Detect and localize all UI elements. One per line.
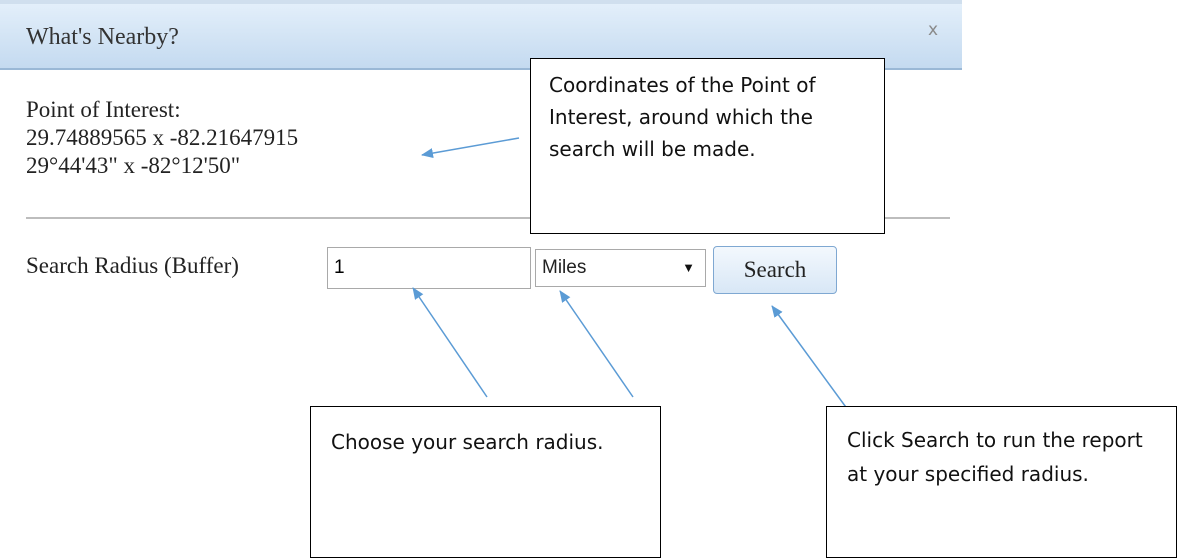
poi-decimal-coordinates: 29.74889565 x -82.21647915 (26, 125, 299, 150)
callout-coordinates: Coordinates of the Point of Interest, ar… (530, 58, 885, 234)
radius-unit-value: Miles (542, 257, 587, 278)
search-radius-label: Search Radius (Buffer) (26, 253, 239, 278)
poi-dms-coordinates: 29°44'43" x -82°12'50" (26, 153, 241, 178)
radius-unit-select[interactable]: Miles ▼ (535, 249, 706, 287)
search-radius-input[interactable] (327, 247, 531, 289)
callout-search-radius: Choose your search radius. (310, 406, 661, 558)
dropdown-arrow-icon: ▼ (682, 260, 695, 275)
page: What's Nearby? x Point of Interest: 29.7… (0, 0, 1177, 558)
point-of-interest: Point of Interest: 29.74889565 x -82.216… (26, 96, 298, 180)
callout-search-button: Click Search to run the report at your s… (826, 406, 1177, 558)
poi-label: Point of Interest: (26, 97, 181, 122)
close-icon[interactable]: x (928, 20, 938, 40)
search-button[interactable]: Search (713, 246, 837, 294)
dialog-title: What's Nearby? (26, 24, 179, 50)
